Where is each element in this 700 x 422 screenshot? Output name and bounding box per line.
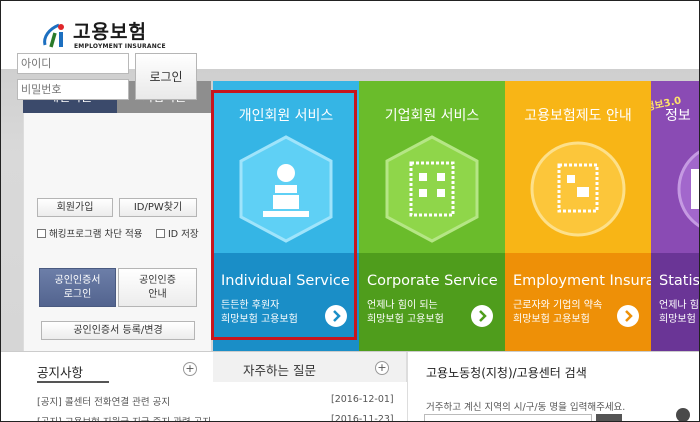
hacking-block-label: 해킹프로그램 차단 적용 — [49, 229, 143, 240]
find-id-password-button[interactable]: ID/PW찾기 — [119, 198, 197, 217]
search-icon[interactable] — [596, 414, 622, 421]
cert-login-line2: 로그인 — [63, 289, 92, 300]
hacking-block-checkbox[interactable]: 해킹프로그램 차단 적용 — [37, 226, 142, 240]
certificate-login-button[interactable]: 공인인증서 로그인 — [39, 268, 116, 307]
tile-desc-line1: 언제나 힘 — [659, 300, 699, 311]
center-search-panel: 고용노동청(지청)/고용센터 검색 거주하고 계신 지역의 시/구/동 명을 입… — [407, 352, 699, 421]
logo-subtitle: EMPLOYMENT INSURANCE — [74, 43, 166, 50]
id-save-label: ID 저장 — [168, 229, 199, 240]
browser-frame: 고용보험 EMPLOYMENT INSURANCE 개인회원 기업회원 로그인 … — [0, 0, 700, 422]
checkbox-box[interactable] — [156, 229, 165, 238]
faq-more-plus-icon[interactable]: + — [375, 361, 389, 375]
tile-corporate-service[interactable]: 기업회원 서비스 Corporate Service 언제나 힘이 되는 희망보… — [359, 81, 505, 351]
tile-bottom: Individual Service 든든한 후원자 희망보험 고용보험 — [213, 253, 359, 351]
site-logo[interactable]: 고용보험 EMPLOYMENT INSURANCE — [41, 15, 171, 55]
scroll-top-icon[interactable] — [676, 408, 690, 421]
tile-statistics[interactable]: 정보3.0 정보 Statist 언제나 힘 희망보험 — [651, 81, 700, 351]
login-button[interactable]: 로그인 — [135, 53, 197, 100]
notice-title[interactable]: 공지사항 — [37, 362, 83, 381]
tile-title: 정보 — [665, 108, 691, 124]
tile-description: 언제나 힘이 되는 희망보험 고용보험 — [367, 299, 444, 327]
tile-english-title: Employment Insurance — [513, 273, 651, 289]
notice-item[interactable]: [공지] 콜센터 전화연결 관련 공지 — [37, 394, 170, 408]
bottom-section: 공지사항 + [공지] 콜센터 전화연결 관련 공지 [2016-12-01] … — [1, 351, 699, 422]
notice-more-plus-icon[interactable]: + — [183, 362, 197, 376]
tile-employment-insurance[interactable]: 고용보험제도 안내 Employment Insurance 근로자와 기업의 … — [505, 81, 651, 351]
notice-title-underline — [37, 381, 109, 383]
notice-date: [2016-11-23] — [331, 414, 394, 422]
logo-title: 고용보험 — [73, 21, 147, 43]
tile-bottom: Employment Insurance 근로자와 기업의 약속 희망보험 고용… — [505, 253, 651, 351]
tile-desc-line1: 든든한 후원자 — [221, 300, 280, 311]
tile-desc-line1: 언제나 힘이 되는 — [367, 300, 438, 311]
tile-individual-service[interactable]: 개인회원 서비스 Individual Service 든든한 후원자 희망보험… — [213, 81, 359, 351]
checkbox-box[interactable] — [37, 229, 46, 238]
tile-title: 개인회원 서비스 — [238, 108, 334, 124]
document-circle-icon — [530, 141, 626, 237]
tile-desc-line2: 희망보험 고용보험 — [367, 314, 444, 325]
tile-title: 고용보험제도 안내 — [524, 108, 632, 124]
cert-login-line1: 공인인증서 — [54, 275, 101, 286]
notice-date: [2016-12-01] — [331, 394, 394, 405]
notice-item[interactable]: [공지] 고용보험 지원금 지급 중지 관련 공지 — [37, 414, 211, 421]
tile-desc-line2: 희망보험 — [659, 314, 696, 325]
signup-button[interactable]: 회원가입 — [37, 198, 113, 217]
cert-guide-line2: 안내 — [148, 289, 167, 300]
tile-description: 근로자와 기업의 약속 희망보험 고용보험 — [513, 299, 602, 327]
cert-guide-line1: 공인인증 — [139, 275, 176, 286]
stats-circle-icon — [677, 150, 699, 228]
tile-bottom: Corporate Service 언제나 힘이 되는 희망보험 고용보험 — [359, 253, 505, 351]
tile-english-title: Individual Service — [221, 273, 350, 289]
faq-tab[interactable]: 자주하는 질문 + — [213, 352, 407, 382]
tile-english-title: Corporate Service — [367, 273, 498, 289]
faq-title: 자주하는 질문 — [243, 363, 316, 378]
tile-description: 언제나 힘 희망보험 — [659, 299, 699, 327]
center-search-hint: 거주하고 계신 지역의 시/구/동 명을 입력해주세요. — [426, 402, 626, 413]
arrow-right-icon[interactable] — [471, 305, 493, 327]
id-save-checkbox[interactable]: ID 저장 — [156, 226, 199, 240]
certificate-register-button[interactable]: 공인인증서 등록/변경 — [41, 321, 195, 340]
password-input[interactable] — [17, 79, 129, 100]
tile-english-title: Statist — [659, 273, 700, 289]
tile-desc-line2: 희망보험 고용보험 — [513, 314, 590, 325]
center-search-title: 고용노동청(지청)/고용센터 검색 — [426, 366, 587, 380]
tile-desc-line2: 희망보험 고용보험 — [221, 314, 298, 325]
tile-description: 든든한 후원자 희망보험 고용보험 — [221, 299, 298, 327]
arrow-right-icon[interactable] — [617, 305, 639, 327]
logo-mark-icon — [43, 23, 64, 48]
person-hexagon-icon — [239, 135, 333, 243]
id-input[interactable] — [17, 53, 129, 74]
arrow-right-icon[interactable] — [325, 305, 347, 327]
certificate-guide-button[interactable]: 공인인증 안내 — [118, 268, 197, 307]
tile-title: 기업회원 서비스 — [384, 108, 480, 124]
building-hexagon-icon — [385, 135, 479, 243]
tile-bottom: Statist 언제나 힘 희망보험 — [651, 253, 700, 351]
center-search-input[interactable] — [424, 414, 592, 421]
tile-desc-line1: 근로자와 기업의 약속 — [513, 300, 603, 311]
